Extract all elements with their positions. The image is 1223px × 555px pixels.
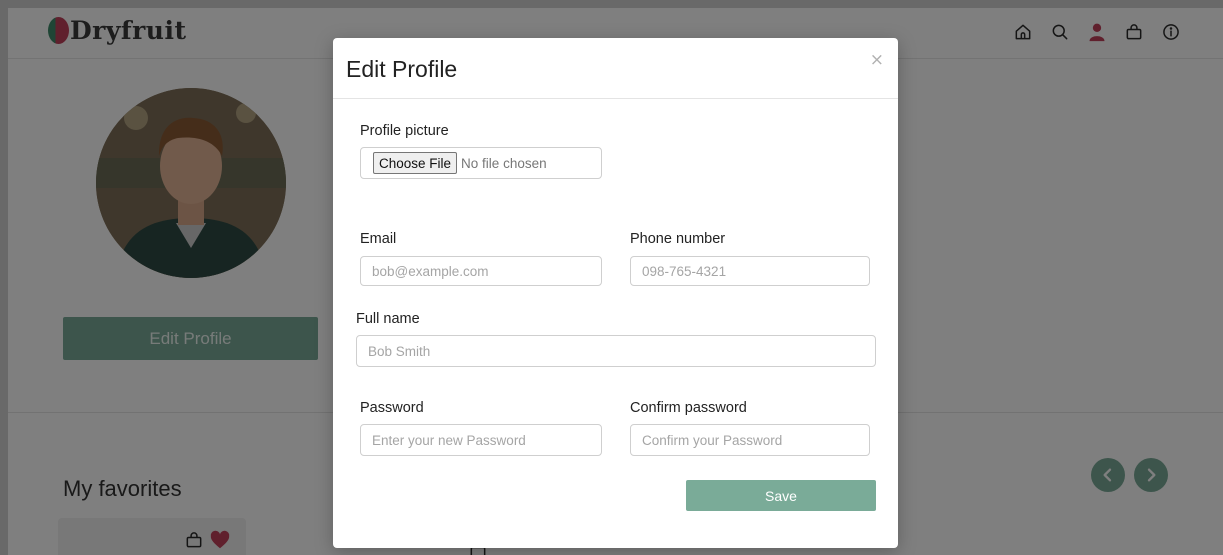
phone-field[interactable]: [630, 256, 870, 286]
email-field[interactable]: [360, 256, 602, 286]
modal-title: Edit Profile: [346, 56, 458, 82]
fullname-label: Full name: [356, 311, 420, 327]
fullname-field[interactable]: [356, 335, 876, 367]
confirm-password-field[interactable]: [630, 424, 870, 456]
close-icon[interactable]: ×: [870, 50, 884, 70]
save-button[interactable]: Save: [686, 480, 876, 511]
password-label: Password: [360, 400, 424, 416]
edit-profile-modal: Edit Profile × Profile picture Choose Fi…: [333, 38, 898, 548]
file-status-text: No file chosen: [461, 155, 547, 171]
modal-header: Edit Profile ×: [333, 38, 898, 99]
confirm-password-label: Confirm password: [630, 400, 747, 416]
choose-file-button[interactable]: Choose File: [373, 152, 458, 174]
profile-picture-file-input[interactable]: Choose File No file chosen: [360, 147, 602, 179]
phone-label: Phone number: [630, 231, 726, 247]
password-field[interactable]: [360, 424, 602, 456]
profile-picture-label: Profile picture: [360, 123, 449, 139]
email-label: Email: [360, 231, 397, 247]
